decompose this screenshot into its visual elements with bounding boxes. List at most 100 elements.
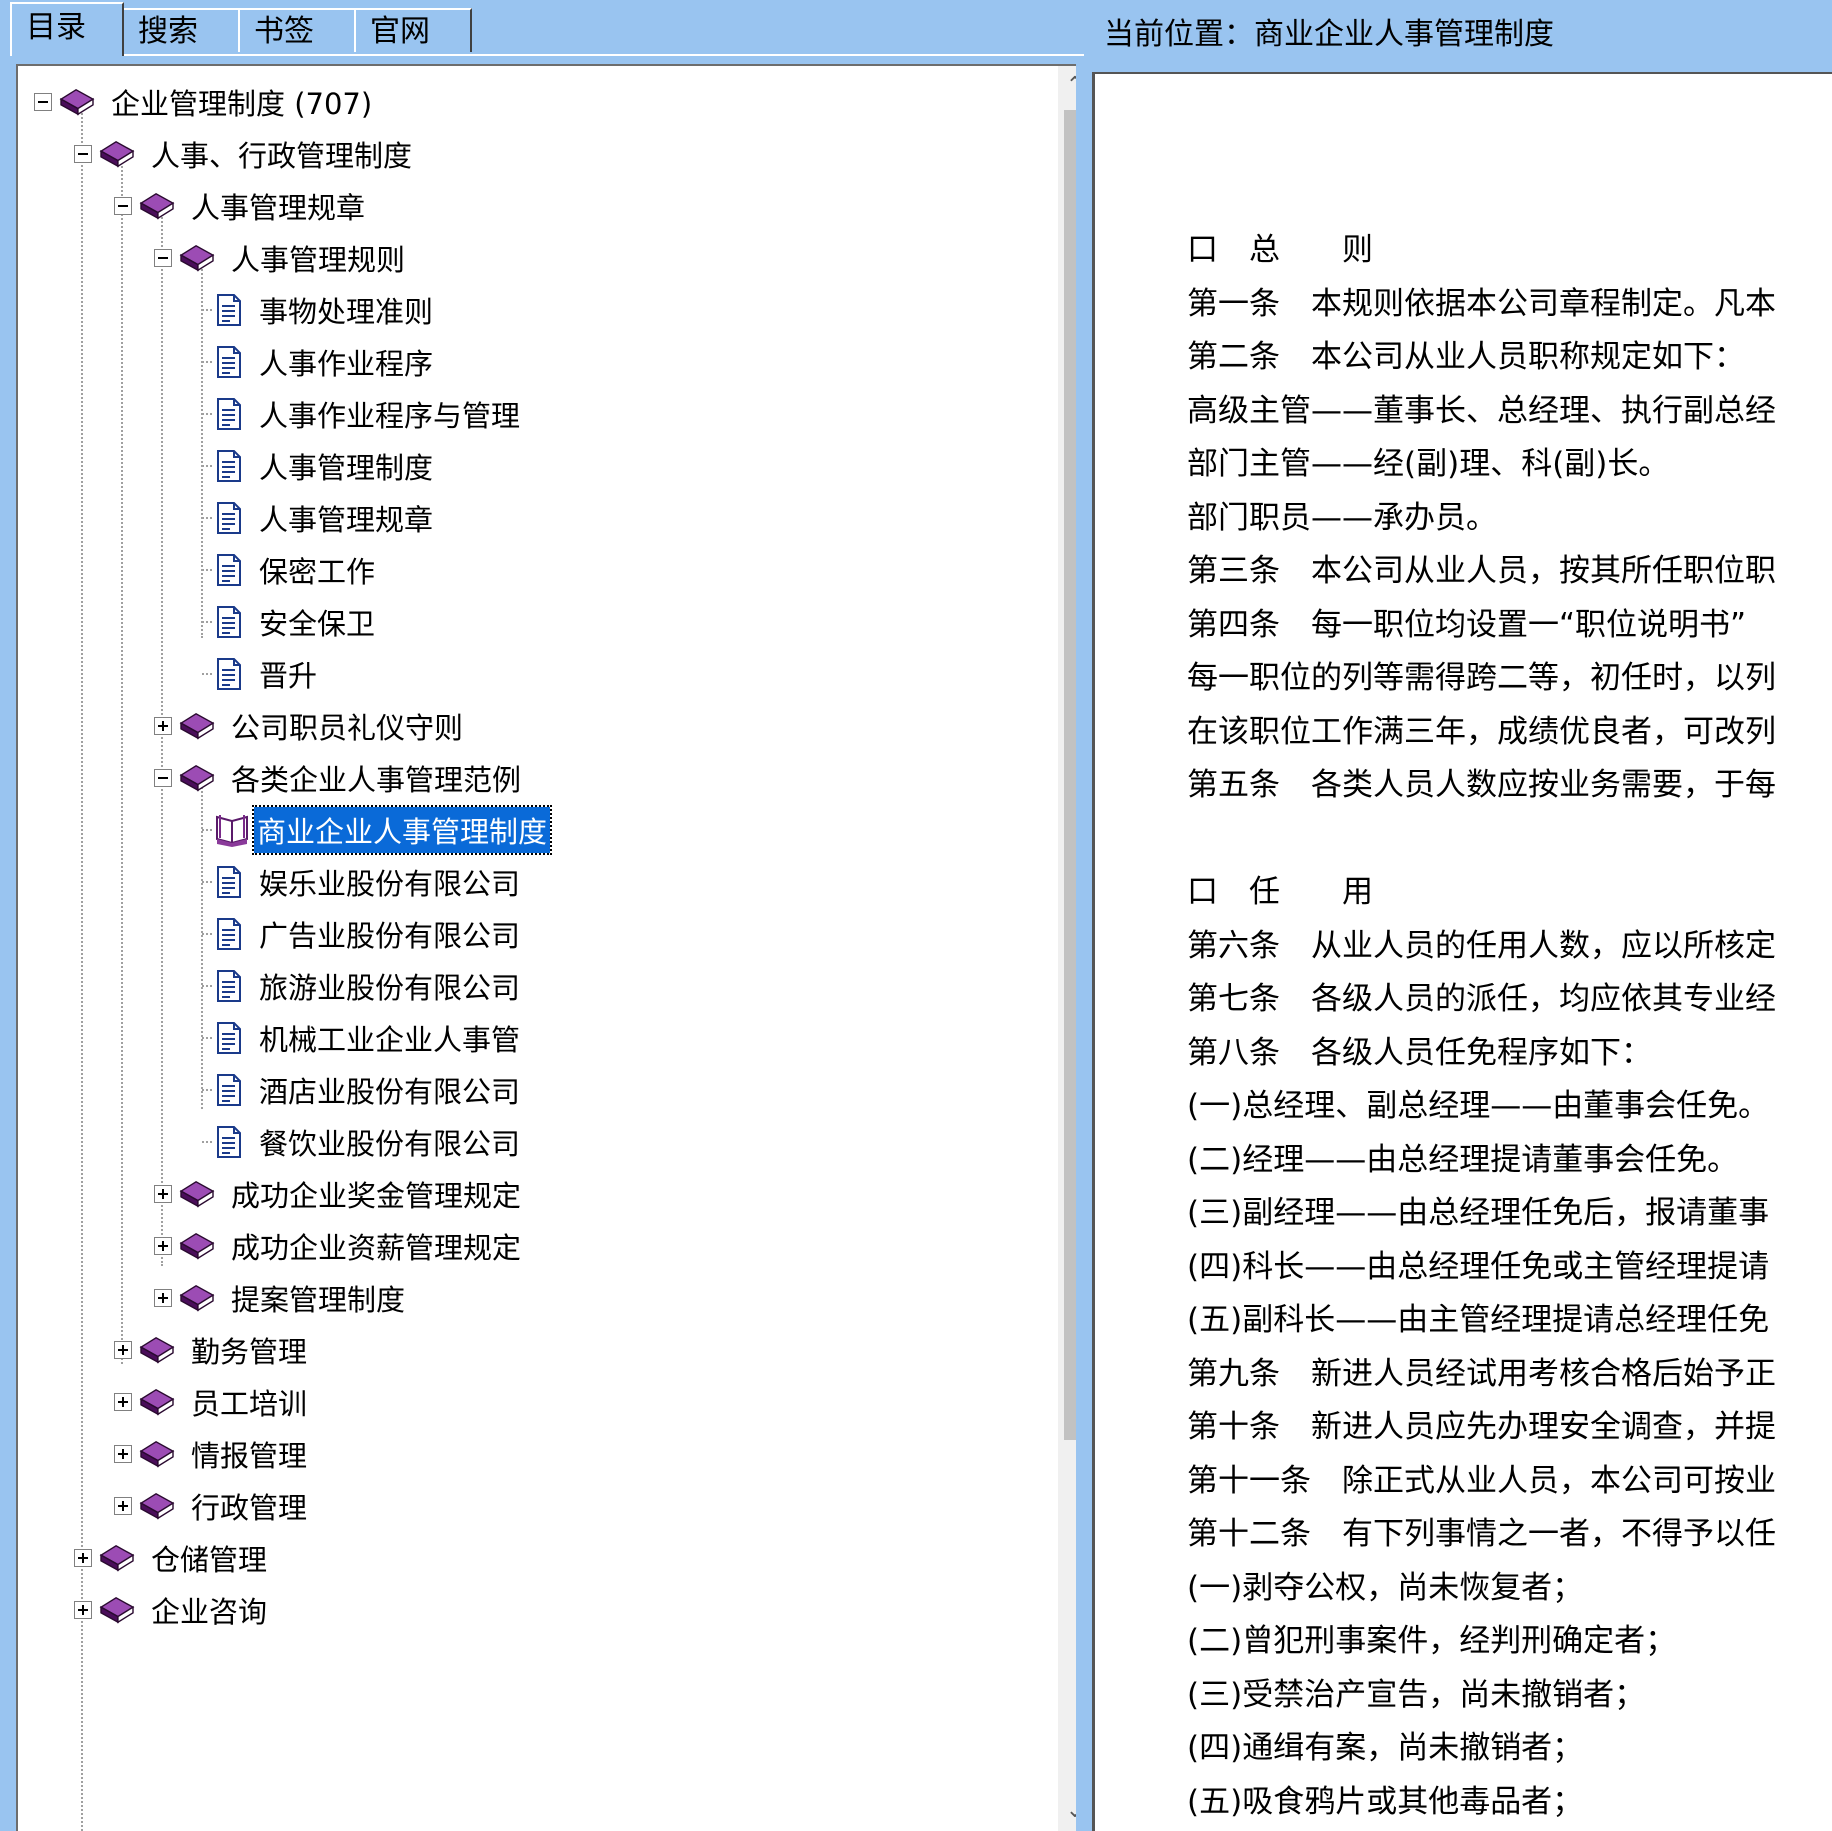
- tab-search[interactable]: 搜索: [122, 8, 240, 52]
- doc-line: (二)经理——由总经理提请董事会任免。: [1187, 1141, 1739, 1178]
- doc-line: 在该职位工作满三年，成绩优良者，可改列: [1187, 713, 1776, 750]
- tree-node-hr-procedures-mgmt[interactable]: 人事作业程序与管理: [202, 386, 523, 442]
- tree-node-hotel[interactable]: 酒店业股份有限公司: [202, 1062, 523, 1118]
- tree-node-label: 保密工作: [259, 555, 376, 589]
- tree-node-machinery[interactable]: 机械工业企业人事管: [202, 1010, 523, 1066]
- collapse-icon[interactable]: [34, 93, 52, 111]
- tree-node-label: 企业管理制度 (707): [111, 87, 373, 121]
- tree-node-intelligence[interactable]: 情报管理: [114, 1426, 310, 1482]
- collapse-icon[interactable]: [154, 769, 172, 787]
- document-icon: [217, 398, 241, 430]
- tab-website[interactable]: 官网: [354, 8, 472, 52]
- tree-connector: [202, 517, 212, 519]
- document-icon: [217, 1126, 241, 1158]
- tree-node-bonus[interactable]: 成功企业奖金管理规定: [154, 1166, 524, 1222]
- tree-node-enterprise-mgmt[interactable]: 企业管理制度 (707): [34, 74, 375, 130]
- tree-node-administration[interactable]: 行政管理: [114, 1478, 310, 1534]
- doc-line: (二)曾犯刑事案件，经判刑确定者；: [1187, 1623, 1677, 1659]
- content-panel: 当前位置：商业企业人事管理制度 口 总 则 第一条 本规则依据本公司章程制定。凡…: [1092, 0, 1832, 1831]
- tree-node-label: 人事管理规章: [259, 503, 434, 537]
- tree-node-advertising[interactable]: 广告业股份有限公司: [202, 906, 523, 962]
- document-view[interactable]: 口 总 则 第一条 本规则依据本公司章程制定。凡本 第二条 本公司从业人员职称规…: [1092, 72, 1832, 1831]
- scroll-up-icon[interactable]: ⌃: [1058, 66, 1076, 106]
- expand-icon[interactable]: [74, 1549, 92, 1567]
- tree-node-catering[interactable]: 餐饮业股份有限公司: [202, 1114, 523, 1170]
- tree-connector: [202, 413, 212, 415]
- collapse-icon[interactable]: [154, 249, 172, 267]
- tab-contents[interactable]: 目录: [10, 2, 124, 56]
- scrollbar-thumb[interactable]: [1064, 110, 1076, 1440]
- doc-line: 第十一条 除正式从业人员，本公司可按业: [1187, 1462, 1776, 1499]
- doc-line: 第九条 新进人员经试用考核合格后始予正: [1187, 1355, 1776, 1392]
- splitter[interactable]: [1084, 0, 1092, 1829]
- tree-node-label: 人事作业程序: [259, 347, 434, 381]
- expand-icon[interactable]: [114, 1497, 132, 1515]
- document-icon: [217, 658, 241, 690]
- tree-node-commercial-hr-selected[interactable]: 商业企业人事管理制度: [202, 802, 553, 858]
- expand-icon[interactable]: [154, 1289, 172, 1307]
- document-icon: [217, 554, 241, 586]
- tree-node-label: 各类企业人事管理范例: [231, 763, 522, 797]
- tree-node-hr-procedures[interactable]: 人事作业程序: [202, 334, 436, 390]
- tree-node-promotion[interactable]: 晋升: [202, 646, 320, 702]
- tree-connector: [202, 985, 212, 987]
- doc-line: (一)剥夺公权，尚未恢复者；: [1187, 1569, 1584, 1606]
- expand-icon[interactable]: [114, 1445, 132, 1463]
- tree-connector: [202, 465, 212, 467]
- location-prefix: 当前位置：: [1104, 17, 1254, 52]
- expand-icon[interactable]: [114, 1341, 132, 1359]
- book-icon: [100, 1597, 134, 1623]
- tree-node-consulting[interactable]: 企业咨询: [74, 1582, 270, 1638]
- expand-icon[interactable]: [154, 717, 172, 735]
- tree-connector: [202, 1141, 212, 1143]
- tree-connector: [202, 1089, 212, 1091]
- collapse-icon[interactable]: [114, 197, 132, 215]
- tree-node-training[interactable]: 员工培训: [114, 1374, 310, 1430]
- tree-node-label: 安全保卫: [259, 607, 376, 641]
- scroll-down-icon[interactable]: ⌄: [1058, 1791, 1076, 1831]
- tree-node-etiquette[interactable]: 公司职员礼仪守则: [154, 698, 466, 754]
- tree-node-label: 机械工业企业人事管: [259, 1023, 521, 1057]
- expand-icon[interactable]: [74, 1601, 92, 1619]
- tree-node-label: 提案管理制度: [231, 1283, 406, 1317]
- tree-node-hr-rules[interactable]: 人事管理规则: [154, 230, 408, 286]
- collapse-icon[interactable]: [74, 145, 92, 163]
- tab-bookmarks[interactable]: 书签: [238, 8, 356, 52]
- tree-node-hr-regulations-doc[interactable]: 人事管理规章: [202, 490, 436, 546]
- doc-line: (四)科长——由总经理任免或主管经理提请: [1187, 1248, 1770, 1285]
- doc-line: 高级主管——董事长、总经理、执行副总经: [1187, 392, 1776, 429]
- tree-node-confidentiality[interactable]: 保密工作: [202, 542, 378, 598]
- doc-line: (一)总经理、副总经理——由董事会任免。: [1187, 1088, 1770, 1124]
- tree-connector: [202, 569, 212, 571]
- tree-node-warehouse[interactable]: 仓储管理: [74, 1530, 270, 1586]
- expand-icon[interactable]: [114, 1393, 132, 1411]
- tree-node-label: 事物处理准则: [259, 295, 434, 329]
- doc-line: 第十二条 有下列事情之一者，不得予以任: [1187, 1516, 1776, 1552]
- tree-node-attendance[interactable]: 勤务管理: [114, 1322, 310, 1378]
- expand-icon[interactable]: [154, 1185, 172, 1203]
- tree-view[interactable]: 企业管理制度 (707) 人事、行政管理制度 人事管理规章 人事管理规则 事物处…: [16, 64, 1076, 1831]
- book-icon: [180, 1285, 214, 1311]
- tree-node-hr-admin[interactable]: 人事、行政管理制度: [74, 126, 415, 182]
- tree-node-hr-system[interactable]: 人事管理制度: [202, 438, 436, 494]
- tree-node-tourism[interactable]: 旅游业股份有限公司: [202, 958, 523, 1014]
- tree-node-label: 旅游业股份有限公司: [259, 971, 521, 1005]
- tree-connector: [202, 361, 212, 363]
- book-icon: [180, 713, 214, 739]
- tree-node-salary[interactable]: 成功企业资薪管理规定: [154, 1218, 524, 1274]
- location-title: 商业企业人事管理制度: [1254, 17, 1554, 52]
- tree-node-proposal[interactable]: 提案管理制度: [154, 1270, 408, 1326]
- tree-node-label: 酒店业股份有限公司: [259, 1075, 521, 1109]
- tree-node-hr-regulations[interactable]: 人事管理规章: [114, 178, 368, 234]
- vertical-scrollbar[interactable]: ⌃ ⌄: [1058, 66, 1076, 1831]
- book-icon: [60, 89, 94, 115]
- tree-node-label: 商业企业人事管理制度: [251, 805, 553, 855]
- tree-node-affairs-guidelines[interactable]: 事物处理准则: [202, 282, 436, 338]
- tree-node-security[interactable]: 安全保卫: [202, 594, 378, 650]
- document-icon: [217, 918, 241, 950]
- doc-line: 第二条 本公司从业人员职称规定如下：: [1187, 339, 1745, 375]
- book-icon: [140, 1493, 174, 1519]
- tree-node-hr-examples[interactable]: 各类企业人事管理范例: [154, 750, 524, 806]
- expand-icon[interactable]: [154, 1237, 172, 1255]
- tree-node-entertainment[interactable]: 娱乐业股份有限公司: [202, 854, 523, 910]
